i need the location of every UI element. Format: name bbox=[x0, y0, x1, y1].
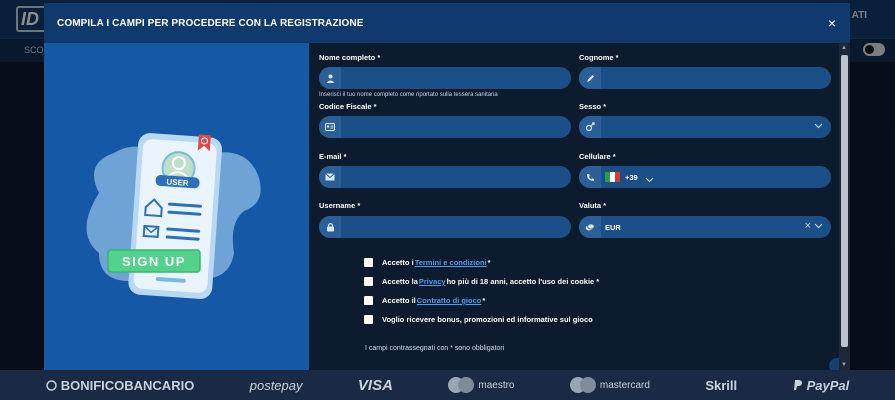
coins-icon bbox=[579, 216, 601, 238]
contract-link[interactable]: Contratto di gioco bbox=[417, 296, 482, 305]
id-card-icon bbox=[319, 116, 341, 138]
bonus-text: Voglio ricevere bonus, promozioni ed inf… bbox=[382, 315, 593, 324]
visa-logo: VISA bbox=[357, 376, 393, 394]
terms-text-post: * bbox=[487, 258, 491, 267]
chevron-down-icon[interactable] bbox=[814, 221, 823, 232]
required-fields-note: I campi contrassegnati con * sono obblig… bbox=[365, 345, 505, 352]
paypal-logo: PayPal bbox=[793, 378, 849, 393]
username-input[interactable] bbox=[343, 216, 568, 238]
postepay-logo: postepay bbox=[249, 377, 303, 393]
valuta-select[interactable]: EUR × bbox=[579, 216, 831, 238]
bonus-checkbox[interactable] bbox=[364, 315, 373, 324]
modal-header: COMPILA I CAMPI PER PROCEDERE CON LA REG… bbox=[44, 3, 850, 43]
codice-fiscale-field[interactable] bbox=[319, 116, 571, 138]
mastercard-circles-icon bbox=[569, 377, 596, 393]
contract-text-pre: Accetto il bbox=[382, 296, 416, 305]
illustration-signup-label: SIGN UP bbox=[122, 254, 186, 269]
cognome-label: Cognome * bbox=[579, 53, 619, 62]
skrill-logo: Skrill bbox=[705, 377, 738, 393]
privacy-text-post: ho più di 18 anni, accetto l'uso dei coo… bbox=[446, 277, 600, 286]
privacy-checkbox[interactable] bbox=[364, 277, 373, 286]
terms-text-pre: Accetto i bbox=[382, 258, 414, 267]
contract-checkbox[interactable] bbox=[364, 296, 373, 305]
illustration-user-badge: USER bbox=[166, 177, 189, 188]
payment-methods-bar: BONIFICOBANCARIO postepay VISA maestro m… bbox=[0, 370, 895, 400]
registration-modal: COMPILA I CAMPI PER PROCEDERE CON LA REG… bbox=[44, 3, 850, 370]
italy-flag-icon[interactable] bbox=[605, 172, 620, 182]
chevron-down-icon bbox=[814, 121, 823, 132]
mail-icon bbox=[319, 166, 341, 188]
maestro-logo: maestro bbox=[448, 377, 514, 393]
phone-prefix[interactable]: +39 bbox=[625, 173, 638, 182]
scrollbar-thumb[interactable] bbox=[841, 55, 848, 347]
username-label: Username * bbox=[319, 201, 361, 210]
gender-icon bbox=[579, 116, 601, 138]
email-input[interactable] bbox=[343, 166, 568, 188]
terms-checkbox-row: Accetto i Termini e condizioni * bbox=[364, 258, 491, 267]
form-scrollbar[interactable]: ▲ ▼ bbox=[839, 43, 850, 370]
clear-icon[interactable]: × bbox=[805, 220, 811, 232]
nome-label: Nome completo * bbox=[319, 53, 381, 62]
codice-fiscale-input[interactable] bbox=[343, 116, 568, 138]
bonus-checkbox-row: Voglio ricevere bonus, promozioni ed inf… bbox=[364, 315, 593, 324]
cellulare-label: Cellulare * bbox=[579, 152, 616, 161]
scroll-down-arrow-icon[interactable]: ▼ bbox=[841, 362, 847, 368]
bank-icon bbox=[45, 379, 57, 391]
nome-input[interactable] bbox=[343, 67, 568, 89]
cognome-input[interactable] bbox=[603, 67, 828, 89]
contract-checkbox-row: Accetto il Contratto di gioco * bbox=[364, 296, 485, 305]
sesso-label: Sesso * bbox=[579, 102, 607, 111]
close-button[interactable]: × bbox=[828, 15, 836, 31]
cognome-field[interactable] bbox=[579, 67, 831, 89]
phone-illustration: USER SIGN UP bbox=[86, 133, 261, 299]
privacy-link[interactable]: Privacy bbox=[419, 277, 446, 286]
email-label: E-mail * bbox=[319, 152, 347, 161]
signup-illustration: USER SIGN UP bbox=[44, 43, 309, 370]
maestro-circles-icon bbox=[448, 377, 475, 393]
sesso-select[interactable] bbox=[579, 116, 831, 138]
cellulare-input[interactable] bbox=[661, 166, 826, 188]
username-field[interactable] bbox=[319, 216, 571, 238]
valuta-value: EUR bbox=[605, 223, 621, 232]
lock-icon bbox=[319, 216, 341, 238]
terms-checkbox[interactable] bbox=[364, 258, 373, 267]
paypal-icon bbox=[793, 380, 802, 390]
bonifico-logo: BONIFICOBANCARIO bbox=[45, 378, 194, 393]
email-field[interactable] bbox=[319, 166, 571, 188]
phone-icon bbox=[579, 166, 601, 188]
valuta-label: Valuta * bbox=[579, 201, 607, 210]
registration-form: Nome completo * Inserisci il tuo nome co… bbox=[309, 43, 850, 370]
modal-title: COMPILA I CAMPI PER PROCEDERE CON LA REG… bbox=[57, 18, 364, 29]
privacy-text-pre: Accetto la bbox=[382, 277, 418, 286]
scroll-up-arrow-icon[interactable]: ▲ bbox=[841, 45, 847, 51]
nome-field[interactable] bbox=[319, 67, 571, 89]
nome-hint: Inserisci il tuo nome completo come ripo… bbox=[319, 92, 498, 98]
mastercard-logo: mastercard bbox=[569, 377, 650, 393]
user-icon bbox=[319, 67, 341, 89]
privacy-checkbox-row: Accetto la Privacy ho più di 18 anni, ac… bbox=[364, 277, 599, 286]
contract-text-post: * bbox=[482, 296, 486, 305]
terms-link[interactable]: Termini e condizioni bbox=[415, 258, 487, 267]
pen-icon bbox=[579, 67, 601, 89]
prefix-chevron-down-icon[interactable] bbox=[645, 171, 654, 189]
codice-fiscale-label: Codice Fiscale * bbox=[319, 102, 377, 111]
cellulare-field[interactable]: +39 bbox=[579, 166, 831, 188]
